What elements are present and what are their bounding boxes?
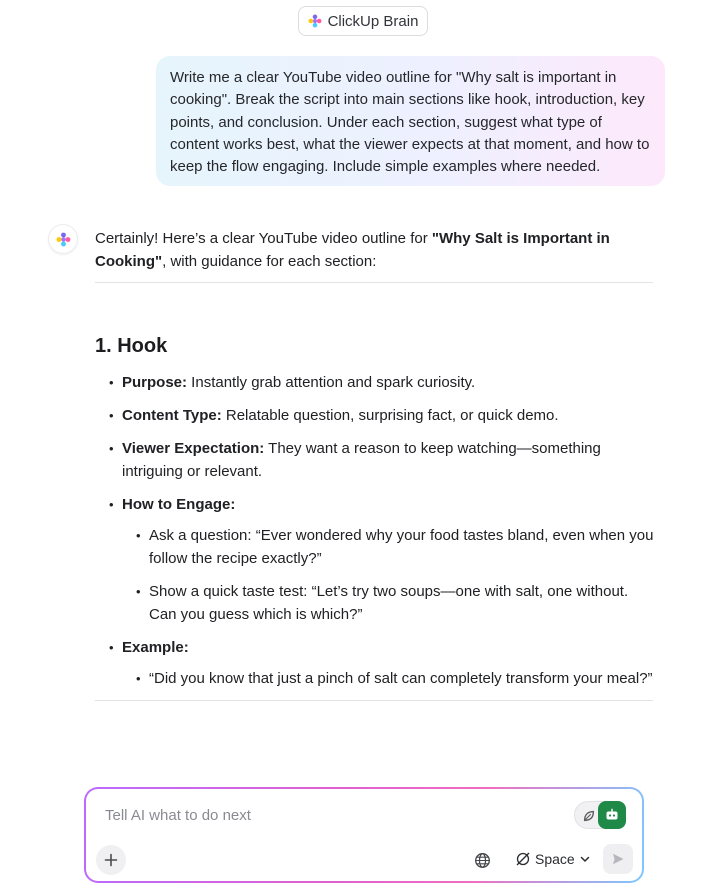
leaf-icon[interactable] (579, 806, 599, 826)
plus-icon[interactable] (104, 853, 118, 867)
response-intro: Certainly! Here’s a clear YouTube video … (95, 227, 635, 273)
item-label: How to Engage: (122, 496, 236, 513)
space-selector[interactable]: Space (515, 847, 591, 871)
space-icon (516, 852, 530, 866)
item-text: Instantly grab attention and spark curio… (187, 374, 476, 391)
robot-icon[interactable] (598, 801, 626, 829)
list-item-viewer-expectation: Viewer Expectation: They want a reason t… (95, 437, 655, 483)
globe-icon[interactable] (474, 852, 491, 869)
intro-text: Certainly! Here’s a clear YouTube video … (95, 230, 432, 247)
section-list: Purpose: Instantly grab attention and sp… (95, 371, 655, 690)
sub-list-item: “Did you know that just a pinch of salt … (122, 667, 655, 690)
prompt-input[interactable]: Tell AI what to do next (105, 807, 251, 824)
list-item-how-to-engage: How to Engage: Ask a question: “Ever won… (95, 493, 655, 626)
sub-list: Ask a question: “Ever wondered why your … (122, 524, 655, 626)
sub-list: “Did you know that just a pinch of salt … (122, 667, 655, 690)
user-message-text: Write me a clear YouTube video outline f… (170, 69, 650, 176)
list-item-content-type: Content Type: Relatable question, surpri… (95, 404, 655, 427)
composer-inner: Tell AI what to do next Space (86, 789, 642, 881)
item-label: Example: (122, 639, 189, 656)
clickup-brain-avatar-icon (56, 232, 70, 246)
section-title: 1. Hook (95, 335, 168, 357)
divider (95, 282, 653, 283)
header-title: ClickUp Brain (327, 12, 419, 30)
intro-text-tail: , with guidance for each section: (162, 253, 377, 270)
send-button[interactable] (603, 844, 633, 874)
list-item-example: Example: “Did you know that just a pinch… (95, 636, 655, 690)
list-item-purpose: Purpose: Instantly grab attention and sp… (95, 371, 655, 394)
add-button[interactable] (96, 845, 126, 875)
item-label: Content Type: (122, 407, 222, 424)
send-icon[interactable] (611, 852, 625, 866)
item-text: Relatable question, surprising fact, or … (221, 407, 559, 424)
clickup-brain-header: ClickUp Brain (298, 6, 428, 36)
user-message-bubble: Write me a clear YouTube video outline f… (156, 56, 665, 186)
space-label: Space (535, 851, 575, 867)
sub-list-item: Show a quick taste test: “Let’s try two … (122, 580, 655, 626)
web-search-button[interactable] (472, 850, 492, 870)
divider (95, 700, 653, 701)
chevron-down-icon (580, 856, 589, 862)
clickup-brain-icon (308, 14, 322, 28)
item-label: Purpose: (122, 374, 188, 391)
chat-composer: Tell AI what to do next Space (84, 787, 644, 883)
ai-response: Certainly! Here’s a clear YouTube video … (95, 227, 655, 701)
item-label: Viewer Expectation: (122, 440, 265, 457)
mode-toggle[interactable] (574, 801, 626, 829)
sub-list-item: Ask a question: “Ever wondered why your … (122, 524, 655, 570)
ai-avatar (48, 224, 78, 254)
